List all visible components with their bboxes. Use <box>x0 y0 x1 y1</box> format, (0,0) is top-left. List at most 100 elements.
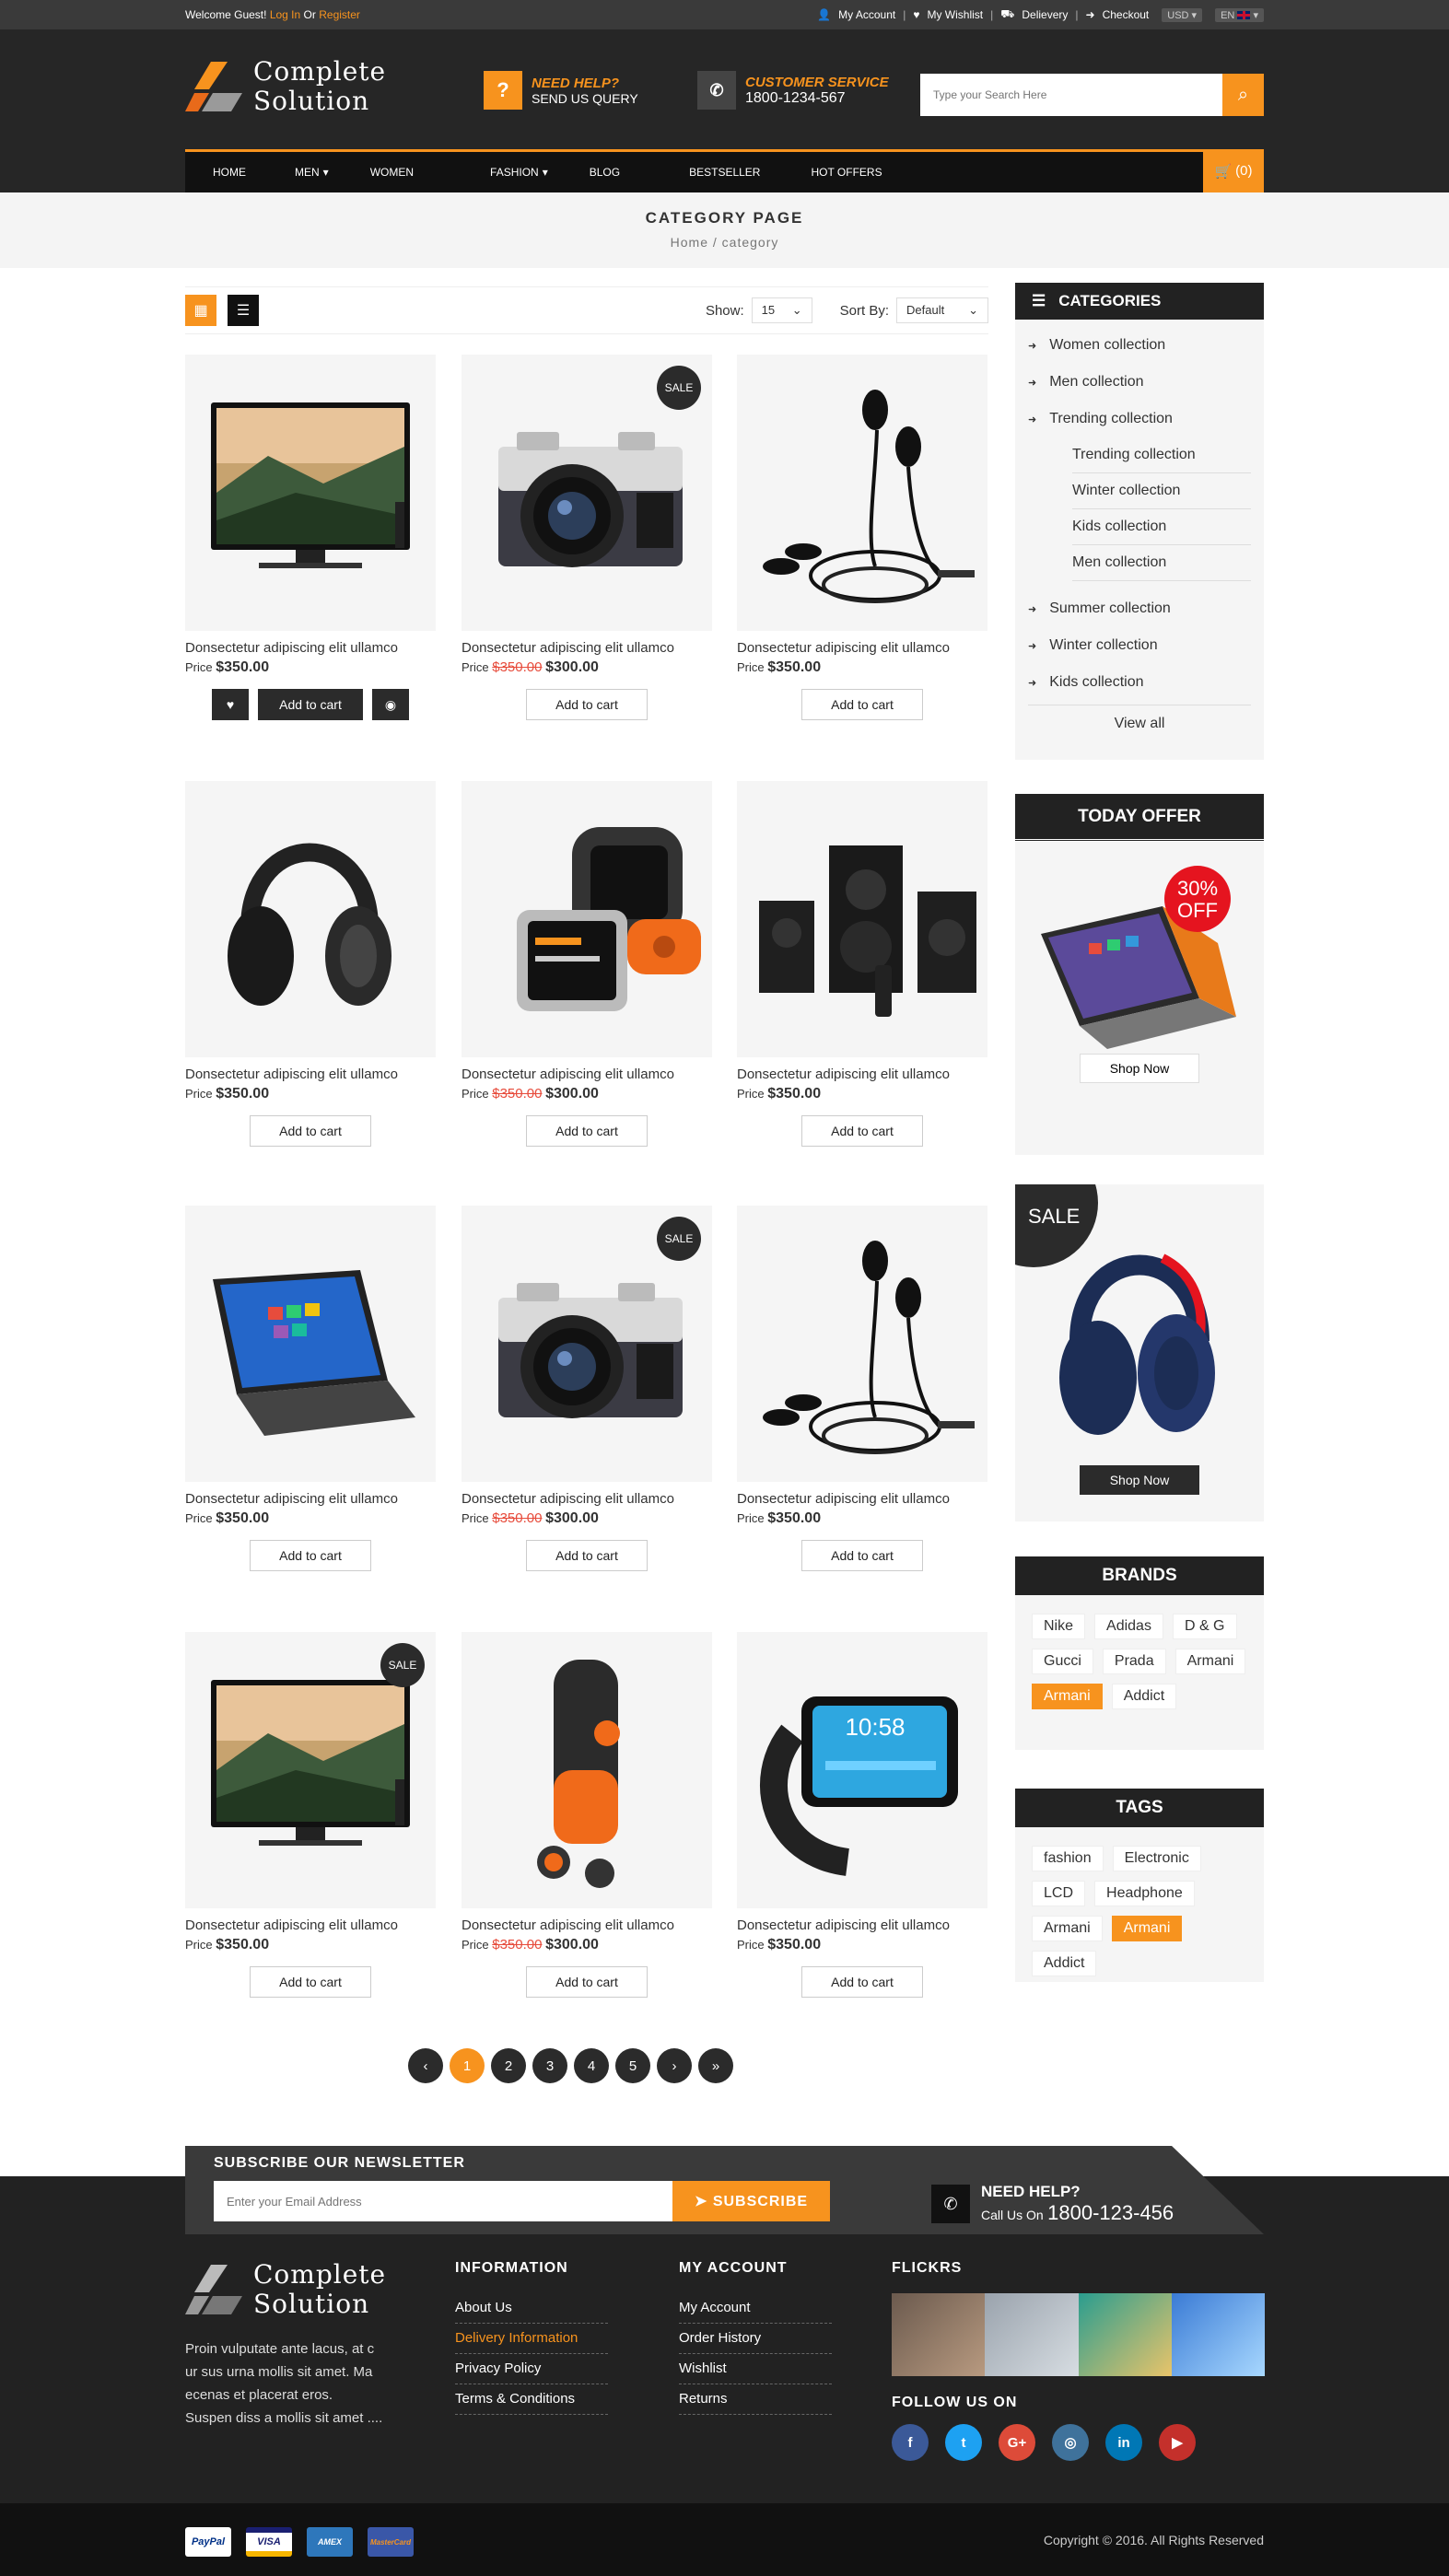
logo[interactable]: Complete Solution <box>185 57 386 116</box>
product-card[interactable]: SALE Donsectetur adipiscing elit ullamco… <box>185 1632 436 1998</box>
add-to-cart-button[interactable]: Add to cart <box>258 689 363 720</box>
delivery-link[interactable]: Delievery <box>1022 8 1068 21</box>
nav-men[interactable]: MEN ▾ <box>260 152 343 192</box>
category-item[interactable]: ➜ Summer collection <box>1028 590 1251 627</box>
add-to-cart-button[interactable]: Add to cart <box>801 1115 923 1147</box>
brand-tag[interactable]: Armani <box>1032 1684 1103 1709</box>
list-view-button[interactable]: ☰ <box>228 295 259 326</box>
brand-tag[interactable]: Adidas <box>1094 1614 1163 1639</box>
page-4[interactable]: 4 <box>574 2048 609 2083</box>
category-item[interactable]: ➜ Men collection <box>1028 364 1251 401</box>
product-image[interactable] <box>185 781 436 1057</box>
subcategory-item[interactable]: Trending collection <box>1072 437 1251 473</box>
category-item[interactable]: ➜ Winter collection <box>1028 627 1251 664</box>
footer-link-wishlist[interactable]: Wishlist <box>679 2354 832 2384</box>
need-help-box[interactable]: ? NEED HELP? SEND US QUERY <box>484 71 638 110</box>
product-image[interactable]: SALE <box>462 1206 712 1482</box>
product-title[interactable]: Donsectetur adipiscing elit ullamco <box>185 1491 436 1507</box>
product-image[interactable]: 10:58 <box>737 1632 987 1908</box>
page-3[interactable]: 3 <box>532 2048 567 2083</box>
product-card[interactable]: Donsectetur adipiscing elit ullamco Pric… <box>185 1206 436 1571</box>
product-title[interactable]: Donsectetur adipiscing elit ullamco <box>737 1067 987 1082</box>
subcategory-item[interactable]: Winter collection <box>1072 473 1251 509</box>
login-link[interactable]: Log In <box>270 8 300 21</box>
product-image[interactable] <box>462 1632 712 1908</box>
product-title[interactable]: Donsectetur adipiscing elit ullamco <box>185 1917 436 1933</box>
twitter-icon[interactable]: t <box>945 2424 982 2461</box>
show-select[interactable]: 15 ⌄ <box>751 297 812 323</box>
brand-tag[interactable]: Addict <box>1111 1684 1177 1709</box>
brand-tag[interactable]: Armani <box>1174 1649 1246 1674</box>
language-select[interactable]: EN ▾ <box>1215 7 1264 22</box>
checkout-link[interactable]: Checkout <box>1103 8 1150 21</box>
nav-hot-offers[interactable]: HOT OFFERS <box>774 152 895 192</box>
add-to-cart-button[interactable]: Add to cart <box>801 689 923 720</box>
facebook-icon[interactable]: f <box>892 2424 929 2461</box>
add-to-cart-button[interactable]: Add to cart <box>250 1966 371 1998</box>
grid-view-button[interactable]: ▦ <box>185 295 216 326</box>
add-to-cart-button[interactable]: Add to cart <box>801 1540 923 1571</box>
category-item[interactable]: ➜ Trending collection <box>1028 401 1251 437</box>
search-input[interactable] <box>920 74 1222 116</box>
sort-select[interactable]: Default ⌄ <box>896 297 988 323</box>
brand-tag[interactable]: Prada <box>1102 1649 1166 1674</box>
prev-page-button[interactable]: ‹ <box>408 2048 443 2083</box>
newsletter-email-input[interactable] <box>214 2181 672 2221</box>
my-account-link[interactable]: My Account <box>838 8 895 21</box>
category-item[interactable]: ➜ Women collection <box>1028 327 1251 364</box>
nav-fashion[interactable]: FASHION ▾ <box>427 152 562 192</box>
add-to-cart-button[interactable]: Add to cart <box>526 1966 648 1998</box>
product-card[interactable]: Donsectetur adipiscing elit ullamco Pric… <box>737 355 987 720</box>
offer-shop-now-button[interactable]: Shop Now <box>1080 1054 1199 1083</box>
product-title[interactable]: Donsectetur adipiscing elit ullamco <box>462 1917 712 1933</box>
product-card[interactable]: Donsectetur adipiscing elit ullamco Pric… <box>737 1206 987 1571</box>
tag-pill[interactable]: Armani <box>1032 1916 1103 1941</box>
nav-blog[interactable]: BLOG <box>562 152 634 192</box>
page-1[interactable]: 1 <box>450 2048 485 2083</box>
tag-pill[interactable]: Headphone <box>1094 1881 1195 1906</box>
youtube-icon[interactable]: ▶ <box>1159 2424 1196 2461</box>
product-title[interactable]: Donsectetur adipiscing elit ullamco <box>737 1917 987 1933</box>
product-card[interactable]: Donsectetur adipiscing elit ullamco Pric… <box>462 781 712 1147</box>
footer-link-my-account[interactable]: My Account <box>679 2293 832 2324</box>
flickr-photo[interactable] <box>985 2293 1079 2376</box>
add-to-cart-button[interactable]: Add to cart <box>250 1115 371 1147</box>
product-title[interactable]: Donsectetur adipiscing elit ullamco <box>462 640 712 656</box>
breadcrumb[interactable]: Home / category <box>0 235 1449 250</box>
product-title[interactable]: Donsectetur adipiscing elit ullamco <box>185 1067 436 1082</box>
tag-pill[interactable]: LCD <box>1032 1881 1086 1906</box>
product-title[interactable]: Donsectetur adipiscing elit ullamco <box>185 640 436 656</box>
instagram-icon[interactable]: ◎ <box>1052 2424 1089 2461</box>
linkedin-icon[interactable]: in <box>1105 2424 1142 2461</box>
nav-home[interactable]: HOME <box>185 152 260 192</box>
cart-button[interactable]: 🛒 (0) <box>1203 149 1264 192</box>
product-card[interactable]: SALE Donsectetur adipiscing elit ullamco… <box>462 1206 712 1571</box>
product-card[interactable]: Donsectetur adipiscing elit ullamco Pric… <box>737 781 987 1147</box>
product-image[interactable]: SALE <box>185 1632 436 1908</box>
brand-tag[interactable]: Nike <box>1032 1614 1086 1639</box>
product-image[interactable] <box>185 355 436 631</box>
subcategory-item[interactable]: Men collection <box>1072 545 1251 581</box>
tag-pill[interactable]: Armani <box>1111 1916 1183 1941</box>
product-image[interactable] <box>185 1206 436 1482</box>
product-image[interactable] <box>737 781 987 1057</box>
view-all-link[interactable]: View all <box>1028 705 1251 741</box>
product-image[interactable] <box>737 1206 987 1482</box>
subscribe-button[interactable]: ➤ SUBSCRIBE <box>672 2181 830 2221</box>
product-image[interactable]: SALE <box>462 355 712 631</box>
product-image[interactable] <box>462 781 712 1057</box>
footer-link-about[interactable]: About Us <box>455 2293 608 2324</box>
google-plus-icon[interactable]: G+ <box>999 2424 1035 2461</box>
footer-link-order-history[interactable]: Order History <box>679 2324 832 2354</box>
page-5[interactable]: 5 <box>615 2048 650 2083</box>
footer-link-delivery[interactable]: Delivery Information <box>455 2324 608 2354</box>
add-to-cart-button[interactable]: Add to cart <box>526 689 648 720</box>
add-to-cart-button[interactable]: Add to cart <box>250 1540 371 1571</box>
flickr-photo[interactable] <box>1171 2293 1265 2376</box>
sale-shop-now-button[interactable]: Shop Now <box>1080 1465 1199 1495</box>
product-title[interactable]: Donsectetur adipiscing elit ullamco <box>462 1067 712 1082</box>
product-card[interactable]: Donsectetur adipiscing elit ullamco Pric… <box>462 1632 712 1998</box>
add-to-cart-button[interactable]: Add to cart <box>526 1540 648 1571</box>
footer-logo[interactable]: Complete Solution <box>185 2260 386 2319</box>
tag-pill[interactable]: Electronic <box>1112 1846 1201 1871</box>
